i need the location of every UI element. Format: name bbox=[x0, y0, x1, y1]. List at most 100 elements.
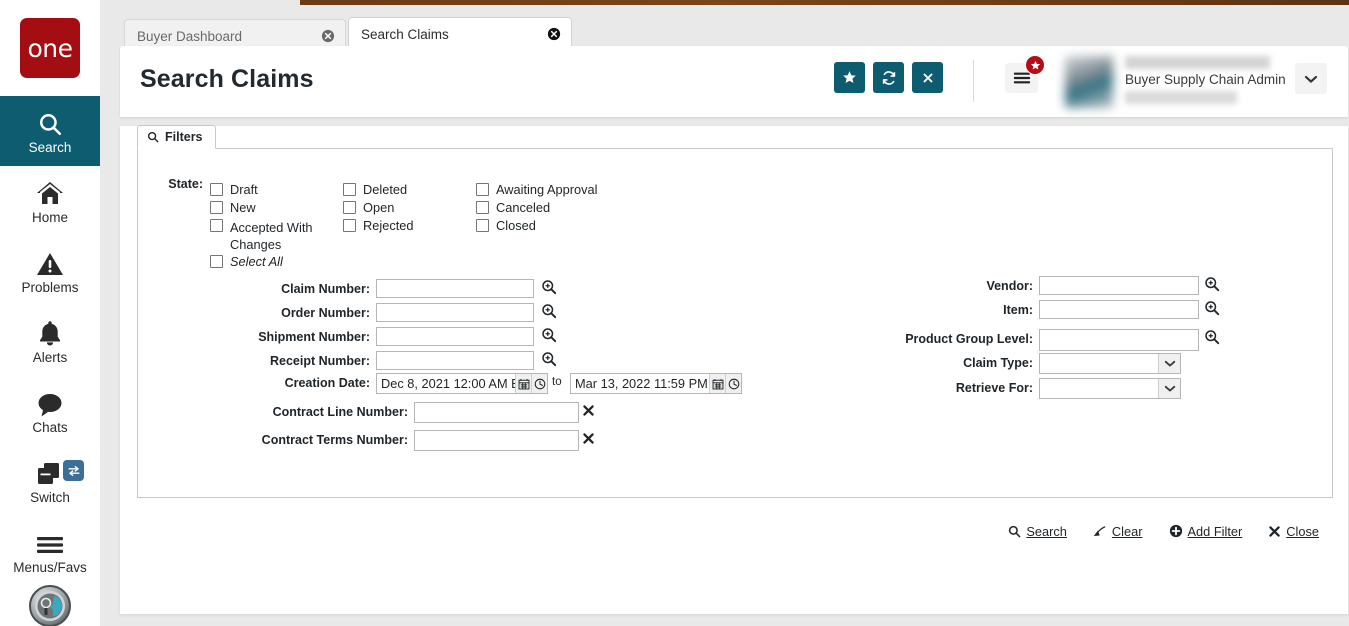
app-logo[interactable]: one bbox=[0, 0, 100, 96]
page-content: Filters State: Draft New Accepted With C… bbox=[120, 125, 1348, 614]
filters-tab[interactable]: Filters bbox=[137, 125, 216, 149]
checkbox-box[interactable] bbox=[210, 201, 223, 214]
sidebar-item-problems[interactable]: Problems bbox=[0, 236, 100, 306]
sidebar-item-alerts[interactable]: Alerts bbox=[0, 306, 100, 376]
checkbox-label: Draft bbox=[230, 182, 258, 197]
add-filter-link[interactable]: Add Filter bbox=[1169, 523, 1243, 539]
product-group-level-zoom-in-icon[interactable] bbox=[1204, 329, 1220, 345]
date-range-separator: to bbox=[552, 376, 562, 388]
checkbox-awaiting-approval[interactable]: Awaiting Approval bbox=[476, 183, 598, 196]
bell-icon bbox=[38, 317, 62, 347]
shipment-number-zoom-in-icon[interactable] bbox=[541, 327, 557, 343]
retrieve-for-select[interactable] bbox=[1039, 378, 1181, 399]
sidebar-item-chats[interactable]: Chats bbox=[0, 376, 100, 446]
calendar-icon[interactable] bbox=[515, 374, 531, 393]
vendor-input[interactable] bbox=[1039, 276, 1199, 295]
receipt-number-zoom-in-icon[interactable] bbox=[541, 351, 557, 367]
shipment-number-label: Shipment Number: bbox=[258, 330, 370, 344]
header-divider bbox=[973, 60, 974, 102]
contract-terms-number-x-icon[interactable] bbox=[582, 432, 595, 445]
close-circle-icon[interactable] bbox=[547, 27, 561, 41]
search-link[interactable]: Search bbox=[1008, 524, 1067, 539]
favorite-button[interactable] bbox=[834, 62, 865, 93]
order-number-input[interactable] bbox=[376, 303, 534, 322]
sidebar-item-switch[interactable]: Switch bbox=[0, 446, 100, 516]
warning-icon bbox=[36, 247, 64, 277]
claim-type-select[interactable] bbox=[1039, 353, 1181, 374]
filters-tab-label: Filters bbox=[165, 130, 203, 144]
menu-favorites-badge[interactable] bbox=[1025, 55, 1045, 75]
chevron-down-icon[interactable] bbox=[1158, 354, 1180, 373]
sidebar-item-home[interactable]: Home bbox=[0, 166, 100, 236]
checkbox-accepted-with-changes[interactable]: Accepted With Changes bbox=[210, 219, 318, 253]
checkbox-rejected[interactable]: Rejected bbox=[343, 219, 414, 232]
close-page-button[interactable] bbox=[912, 62, 943, 93]
clock-icon[interactable] bbox=[531, 374, 547, 393]
checkbox-box[interactable] bbox=[476, 201, 489, 214]
sidebar-label-home: Home bbox=[31, 210, 68, 226]
close-circle-icon[interactable] bbox=[321, 29, 335, 43]
order-number-zoom-in-icon[interactable] bbox=[541, 303, 557, 319]
checkbox-new[interactable]: New bbox=[210, 201, 256, 214]
product-group-level-input[interactable] bbox=[1039, 329, 1199, 351]
item-zoom-in-icon[interactable] bbox=[1204, 300, 1220, 316]
assistant-avatar-icon[interactable] bbox=[29, 585, 71, 626]
creation-date-to-value: Mar 13, 2022 11:59 PM E bbox=[575, 376, 709, 391]
close-filter-link[interactable]: Close bbox=[1268, 524, 1319, 539]
checkbox-select-all[interactable]: Select All bbox=[210, 255, 283, 268]
receipt-number-input[interactable] bbox=[376, 351, 534, 370]
checkbox-box[interactable] bbox=[210, 255, 223, 268]
claim-number-label: Claim Number: bbox=[281, 282, 370, 296]
clear-link[interactable]: Clear bbox=[1093, 524, 1143, 539]
checkbox-box[interactable] bbox=[476, 219, 489, 232]
user-name-redacted-top bbox=[1125, 56, 1270, 69]
sidebar-item-search[interactable]: Search bbox=[0, 96, 100, 166]
tab-bar: Buyer Dashboard Search Claims bbox=[117, 5, 1349, 53]
checkbox-box[interactable] bbox=[210, 183, 223, 196]
creation-date-to[interactable]: Mar 13, 2022 11:59 PM E bbox=[570, 373, 742, 394]
checkbox-closed[interactable]: Closed bbox=[476, 219, 536, 232]
add-filter-link-label: Add Filter bbox=[1187, 523, 1243, 539]
creation-date-label: Creation Date: bbox=[284, 376, 370, 390]
checkbox-label: Closed bbox=[496, 218, 536, 233]
checkbox-deleted[interactable]: Deleted bbox=[343, 183, 407, 196]
claim-number-input[interactable] bbox=[376, 279, 534, 298]
vendor-zoom-in-icon[interactable] bbox=[1204, 276, 1220, 292]
calendar-icon[interactable] bbox=[709, 374, 725, 393]
tab-label: Buyer Dashboard bbox=[137, 28, 243, 44]
sidebar-label-menus-favs: Menus/Favs bbox=[13, 560, 87, 576]
checkbox-draft[interactable]: Draft bbox=[210, 183, 258, 196]
checkbox-box[interactable] bbox=[210, 219, 223, 232]
avatar bbox=[1065, 56, 1113, 108]
switch-badge-icon[interactable] bbox=[63, 460, 84, 481]
checkbox-box[interactable] bbox=[343, 219, 356, 232]
windows-icon bbox=[36, 457, 65, 487]
clock-icon[interactable] bbox=[725, 374, 741, 393]
chat-icon bbox=[36, 387, 64, 417]
checkbox-label: Accepted With Changes bbox=[230, 220, 313, 252]
item-input[interactable] bbox=[1039, 300, 1199, 319]
checkbox-box[interactable] bbox=[343, 201, 356, 214]
creation-date-from[interactable]: Dec 8, 2021 12:00 AM ES bbox=[376, 373, 548, 394]
checkbox-box[interactable] bbox=[343, 183, 356, 196]
sidebar-label-alerts: Alerts bbox=[32, 350, 68, 366]
refresh-button[interactable] bbox=[873, 62, 904, 93]
user-menu-button[interactable] bbox=[1295, 63, 1327, 94]
checkbox-label: Open bbox=[363, 200, 395, 215]
sidebar-item-menus-favs[interactable]: Menus/Favs bbox=[0, 516, 100, 586]
contract-terms-number-input[interactable] bbox=[414, 430, 579, 451]
contract-line-number-label: Contract Line Number: bbox=[272, 405, 408, 419]
filter-action-bar: Search Clear Add Filter Close bbox=[137, 521, 1333, 541]
checkbox-canceled[interactable]: Canceled bbox=[476, 201, 550, 214]
home-icon bbox=[36, 177, 64, 207]
shipment-number-input[interactable] bbox=[376, 327, 534, 346]
contract-line-number-input[interactable] bbox=[414, 402, 579, 423]
user-role-label: Buyer Supply Chain Admin bbox=[1125, 72, 1286, 87]
contract-line-number-x-icon[interactable] bbox=[582, 404, 595, 417]
chevron-down-icon[interactable] bbox=[1158, 379, 1180, 398]
search-icon bbox=[37, 107, 63, 137]
claim-number-zoom-in-icon[interactable] bbox=[541, 279, 557, 295]
close-filter-link-label: Close bbox=[1286, 523, 1319, 539]
checkbox-open[interactable]: Open bbox=[343, 201, 394, 214]
checkbox-box[interactable] bbox=[476, 183, 489, 196]
